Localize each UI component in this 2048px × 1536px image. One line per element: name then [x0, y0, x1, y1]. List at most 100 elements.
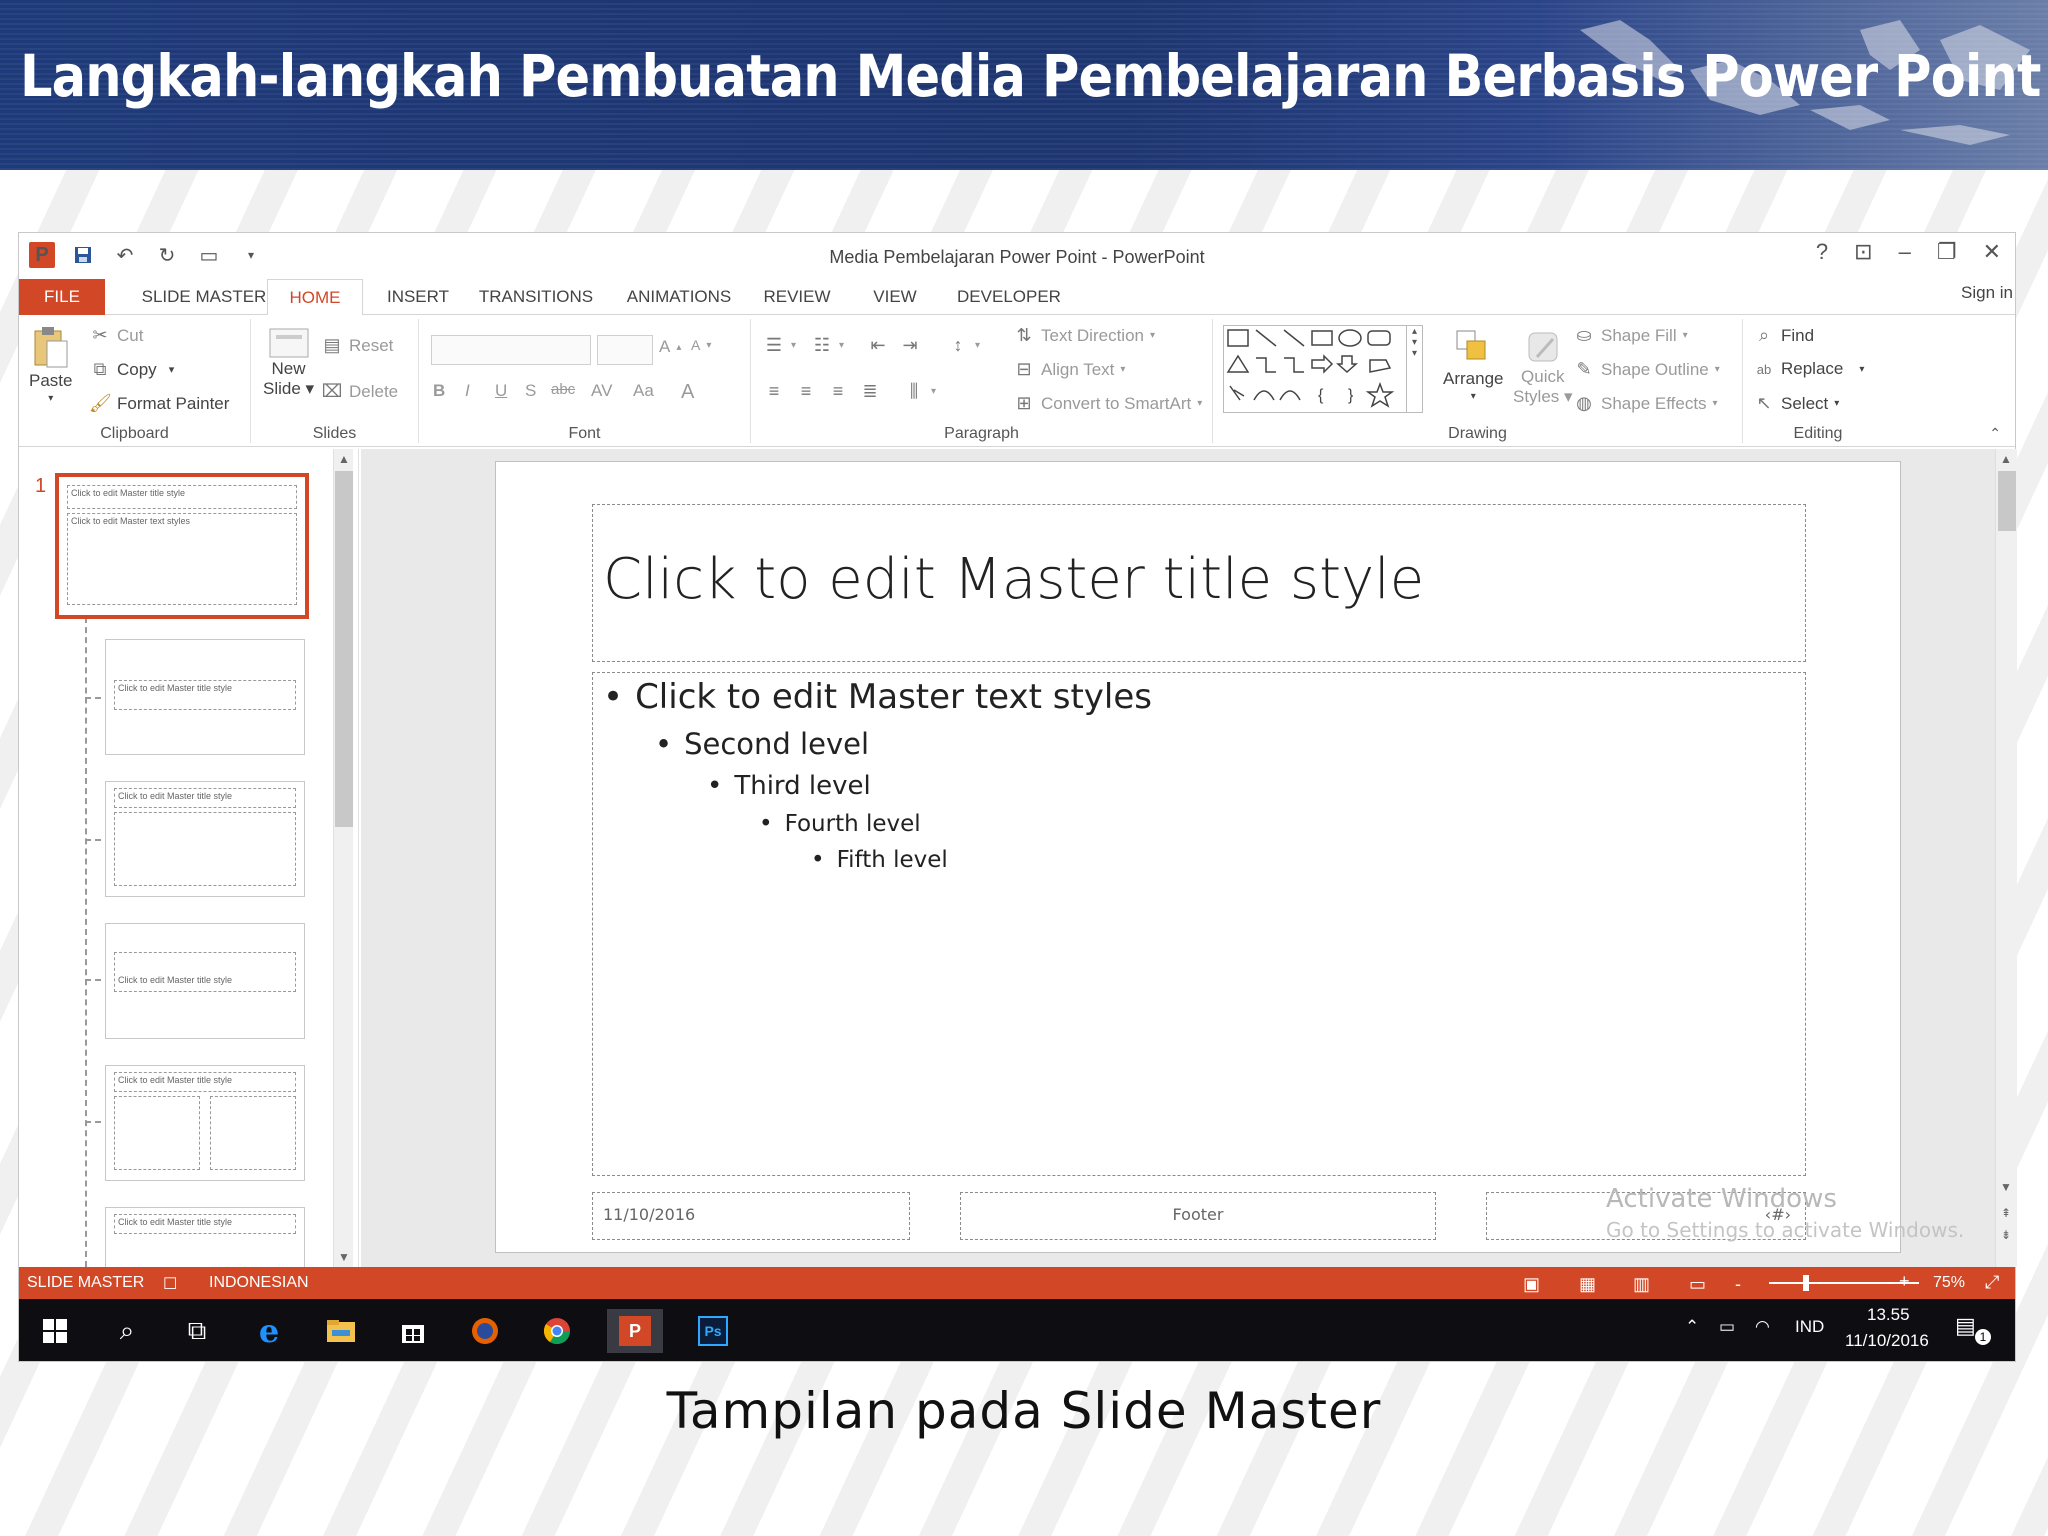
text-shadow-button[interactable]: S [525, 381, 536, 401]
find-button[interactable]: ⌕ Find [1753, 325, 1814, 346]
font-size-combo[interactable] [597, 335, 653, 365]
justify-button[interactable]: ≣ [859, 381, 881, 402]
numbering-button[interactable]: ☷ ▾ [811, 335, 844, 356]
layout-thumbnail[interactable]: Click to edit Master title style [105, 781, 305, 897]
search-icon[interactable]: ⌕ [105, 1309, 149, 1353]
reset-button[interactable]: ▤ Reset [321, 335, 393, 356]
tab-slide-master[interactable]: SLIDE MASTER [119, 279, 289, 315]
action-center-icon[interactable]: ▤ [1955, 1313, 1976, 1339]
line-spacing-button[interactable]: ↕ ▾ [947, 335, 981, 356]
font-name-combo[interactable] [431, 335, 591, 365]
date-placeholder[interactable]: 11/10/2016 [592, 1192, 910, 1240]
quick-styles-button[interactable]: Quick Styles ▾ [1513, 327, 1573, 407]
tab-file[interactable]: FILE [19, 279, 105, 315]
previous-slide-icon[interactable]: ⇞ [1996, 1203, 2016, 1223]
replace-button[interactable]: ab Replace ▾ [1753, 359, 1865, 379]
arrange-button[interactable]: Arrange ▾ [1443, 327, 1503, 402]
task-view-icon[interactable]: ⧉ [175, 1309, 219, 1353]
convert-smartart-button[interactable]: ⊞ Convert to SmartArt ▾ [1013, 393, 1202, 414]
help-button[interactable]: ? [1816, 239, 1828, 265]
paste-button[interactable]: Paste ▾ [29, 325, 72, 404]
layout-thumbnail[interactable]: Click to edit Master title style [105, 639, 305, 755]
chrome-icon[interactable] [535, 1309, 579, 1353]
windows-start-icon[interactable] [33, 1309, 77, 1353]
sign-in-link[interactable]: Sign in [1961, 283, 2013, 303]
layout-thumbnail[interactable]: Click to edit Master title style [105, 1207, 305, 1267]
file-explorer-icon[interactable] [319, 1309, 363, 1353]
body-placeholder[interactable]: • Click to edit Master text styles • Secon… [592, 672, 1806, 1176]
scroll-thumb[interactable] [1998, 471, 2016, 531]
tab-home[interactable]: HOME [267, 279, 363, 316]
strikethrough-button[interactable]: abc [551, 381, 575, 398]
spell-check-icon[interactable]: ☐ [163, 1274, 177, 1294]
align-left-button[interactable]: ≡ [763, 381, 785, 402]
minimize-icon[interactable]: – [1899, 239, 1911, 265]
powerpoint-taskbar-icon[interactable]: P [607, 1309, 663, 1353]
scroll-up-icon[interactable]: ▲ [1996, 449, 2016, 469]
slide-canvas[interactable]: Click to edit Master title style • Click … [495, 461, 1964, 1253]
firefox-icon[interactable] [463, 1309, 507, 1353]
thumbnails-scrollbar[interactable]: ▲ ▼ [333, 449, 353, 1267]
copy-button[interactable]: ⧉ Copy ▾ [89, 359, 175, 380]
language-label[interactable]: INDONESIAN [209, 1274, 309, 1292]
text-direction-button[interactable]: ⇅ Text Direction ▾ [1013, 325, 1155, 346]
tab-view[interactable]: VIEW [865, 279, 925, 315]
shape-effects-button[interactable]: ◍ Shape Effects ▾ [1573, 393, 1717, 414]
clock-time[interactable]: 13.55 [1867, 1305, 1910, 1325]
scroll-down-icon[interactable]: ▼ [334, 1247, 354, 1267]
shape-fill-button[interactable]: ⛀ Shape Fill ▾ [1573, 325, 1687, 346]
footer-placeholder[interactable]: Footer [960, 1192, 1436, 1240]
fit-slide-icon[interactable]: ⤢ [1985, 1272, 1999, 1293]
slide-sorter-icon[interactable]: ▦ [1579, 1274, 1596, 1295]
ribbon-display-icon[interactable]: ⊡ [1854, 239, 1872, 265]
store-icon[interactable] [391, 1309, 435, 1353]
font-color-button[interactable]: A [681, 381, 694, 404]
columns-button[interactable]: ⫼ ▾ [903, 381, 936, 402]
cut-button[interactable]: ✂ Cut [89, 325, 143, 346]
layout-thumbnail[interactable]: Click to edit Master title style [105, 923, 305, 1039]
show-hidden-icons[interactable]: ⌃ [1685, 1317, 1699, 1337]
shapes-gallery[interactable]: { } ▴ ▾ ▾ [1223, 325, 1423, 413]
format-painter-button[interactable]: 🖌 Format Painter [89, 393, 229, 414]
scroll-thumb[interactable] [335, 471, 353, 827]
increase-indent-button[interactable]: ⇥ [899, 335, 921, 356]
bold-button[interactable]: B [433, 381, 445, 401]
tab-animations[interactable]: ANIMATIONS [619, 279, 739, 315]
slide-master-thumbnail[interactable]: Click to edit Master title style Click t… [55, 473, 309, 619]
decrease-indent-button[interactable]: ⇤ [867, 335, 889, 356]
align-text-button[interactable]: ⊟ Align Text ▾ [1013, 359, 1125, 380]
wifi-icon[interactable]: ◠ [1755, 1317, 1770, 1337]
input-language[interactable]: IND [1795, 1317, 1824, 1337]
clock-date[interactable]: 11/10/2016 [1845, 1331, 1929, 1351]
align-right-button[interactable]: ≡ [827, 381, 849, 402]
underline-button[interactable]: U [495, 381, 507, 401]
tab-developer[interactable]: DEVELOPER [949, 279, 1069, 315]
title-placeholder[interactable]: Click to edit Master title style [592, 504, 1806, 662]
delete-button[interactable]: ⌧ Delete [321, 381, 399, 402]
close-icon[interactable]: ✕ [1983, 239, 2001, 265]
italic-button[interactable]: I [465, 381, 470, 401]
zoom-in-button[interactable]: + [1899, 1271, 1910, 1292]
shrink-font-button[interactable]: A ▾ [691, 337, 711, 353]
restore-icon[interactable]: ❐ [1937, 239, 1957, 265]
char-spacing-button[interactable]: AV [591, 381, 612, 401]
tab-insert[interactable]: INSERT [375, 279, 461, 315]
bullets-button[interactable]: ☰ ▾ [763, 335, 796, 356]
grow-font-button[interactable]: A ▴ [659, 337, 681, 357]
align-center-button[interactable]: ≡ [795, 381, 817, 402]
collapse-ribbon-icon[interactable]: ⌃ [1989, 425, 2001, 442]
photoshop-icon[interactable]: Ps [691, 1309, 735, 1353]
edge-icon[interactable]: e [247, 1309, 291, 1353]
zoom-level[interactable]: 75% [1933, 1274, 1965, 1292]
battery-icon[interactable]: ▭ [1719, 1317, 1735, 1337]
layout-thumbnail[interactable]: Click to edit Master title style [105, 1065, 305, 1181]
change-case-button[interactable]: Aa [633, 381, 654, 401]
scroll-up-icon[interactable]: ▲ [334, 449, 354, 469]
select-button[interactable]: ↖ Select ▾ [1753, 393, 1839, 414]
tab-transitions[interactable]: TRANSITIONS [471, 279, 601, 315]
scroll-down-icon[interactable]: ▼ [1996, 1177, 2016, 1197]
zoom-slider-handle[interactable] [1803, 1275, 1809, 1291]
next-slide-icon[interactable]: ⇟ [1996, 1225, 2016, 1245]
slideshow-view-icon[interactable]: ▭ [1689, 1274, 1706, 1295]
editor-scrollbar[interactable]: ▲ ▼ ⇞ ⇟ [1995, 449, 2017, 1267]
